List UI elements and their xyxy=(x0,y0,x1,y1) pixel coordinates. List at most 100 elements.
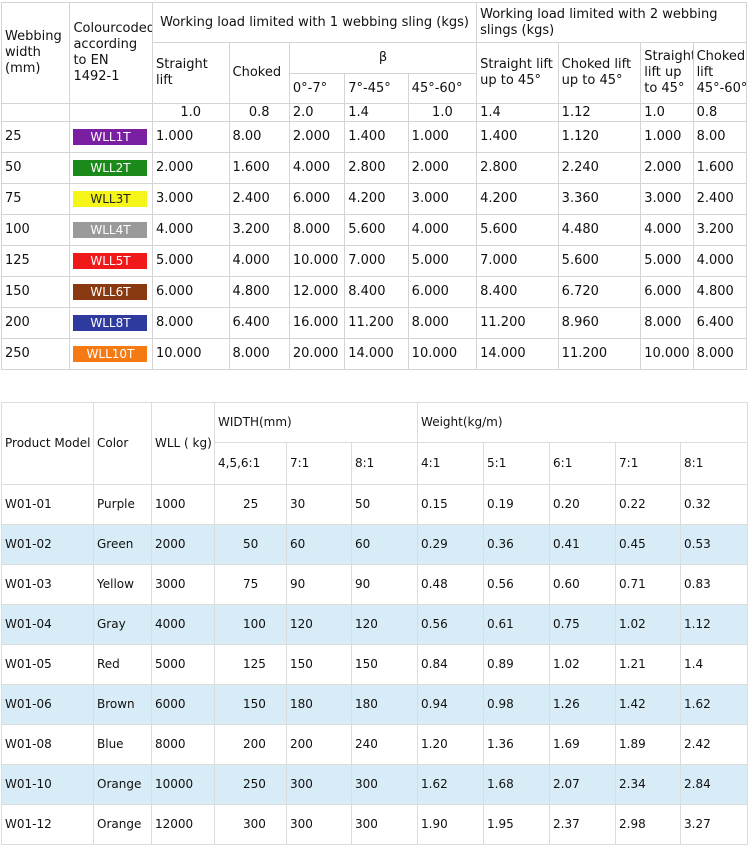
weight-value: 0.83 xyxy=(680,564,749,605)
weight-value: 1.21 xyxy=(615,644,682,685)
weight-value: 3.27 xyxy=(680,804,749,845)
coefficient: 0.8 xyxy=(228,103,290,122)
width-8: 60 xyxy=(350,524,419,565)
width-456: 75 xyxy=(214,564,287,605)
load-value: 11.200 xyxy=(476,307,559,339)
width-456: 50 xyxy=(214,524,287,565)
colour-swatch: WLL6T xyxy=(73,283,148,300)
load-value: 6.000 xyxy=(407,276,478,308)
load-value: 6.000 xyxy=(152,276,230,308)
load-value: 8.000 xyxy=(152,307,230,339)
load-value: 1.600 xyxy=(228,152,290,184)
product-color: Brown xyxy=(93,684,152,725)
product-model: W01-04 xyxy=(1,604,94,645)
product-wll: 12000 xyxy=(151,804,215,845)
width-8: 50 xyxy=(350,484,419,525)
coefficient: 1.12 xyxy=(557,103,642,122)
width-7: 30 xyxy=(286,484,352,525)
load-value: 1.000 xyxy=(407,121,478,153)
weight-value: 0.15 xyxy=(417,484,485,525)
load-value: 14.000 xyxy=(344,338,409,370)
coefficient: 1.4 xyxy=(476,103,559,122)
coefficient: 1.0 xyxy=(640,103,694,122)
weight-value: 1.89 xyxy=(615,724,682,765)
product-table: Product Model Color WLL ( kg) WIDTH(mm) … xyxy=(1,402,749,845)
header-width: WIDTH(mm) xyxy=(213,402,419,443)
webbing-width: 125 xyxy=(0,245,71,277)
load-value: 2.800 xyxy=(344,152,409,184)
load-value: 5.600 xyxy=(344,214,409,246)
product-model: W01-05 xyxy=(1,644,94,685)
header-weight-6: 6:1 xyxy=(549,442,617,485)
product-model: W01-12 xyxy=(1,804,94,845)
colour-swatch: WLL2T xyxy=(73,159,148,176)
weight-value: 0.32 xyxy=(680,484,749,525)
width-456: 100 xyxy=(214,604,287,645)
width-7: 60 xyxy=(286,524,352,565)
header-straight-lift-45: Straight lift up to 45° xyxy=(476,42,559,104)
weight-value: 0.56 xyxy=(417,604,485,645)
table-row: 250 WLL10T 10.000 8.000 20.000 14.000 10.000 14… xyxy=(0,338,748,370)
table-row: W01-03 Yellow 3000 75 90 90 0.48 0.56 0.60 0.71 0.… xyxy=(1,564,749,605)
load-value: 6.400 xyxy=(228,307,290,339)
load-value: 8.000 xyxy=(288,214,346,246)
weight-value: 0.61 xyxy=(483,604,551,645)
width-7: 90 xyxy=(286,564,352,605)
product-color: Gray xyxy=(93,604,152,645)
weight-value: 0.60 xyxy=(549,564,617,605)
product-model: W01-01 xyxy=(1,484,94,525)
load-value: 6.720 xyxy=(557,276,642,308)
product-wll: 8000 xyxy=(151,724,215,765)
weight-value: 1.42 xyxy=(615,684,682,725)
header-beta: β xyxy=(288,42,478,74)
weight-value: 1.69 xyxy=(549,724,617,765)
load-value: 8.000 xyxy=(407,307,478,339)
load-value: 4.800 xyxy=(692,276,748,308)
weight-value: 1.90 xyxy=(417,804,485,845)
weight-value: 0.84 xyxy=(417,644,485,685)
weight-value: 0.71 xyxy=(615,564,682,605)
header-weight-7: 7:1 xyxy=(615,442,682,485)
weight-value: 0.48 xyxy=(417,564,485,605)
load-value: 8.400 xyxy=(476,276,559,308)
weight-value: 1.02 xyxy=(615,604,682,645)
load-value: 1.000 xyxy=(640,121,694,153)
product-wll: 1000 xyxy=(151,484,215,525)
load-value: 1.400 xyxy=(476,121,559,153)
load-value: 4.000 xyxy=(692,245,748,277)
header-product-model: Product Model xyxy=(1,402,94,485)
table-row: W01-12 Orange 12000 300 300 300 1.90 1.95 2.37 2.… xyxy=(1,804,749,845)
product-model: W01-10 xyxy=(1,764,94,805)
product-model: W01-02 xyxy=(1,524,94,565)
table-row: 200 WLL8T 8.000 6.400 16.000 11.200 8.000 11.20… xyxy=(0,307,748,339)
webbing-width: 200 xyxy=(0,307,71,339)
header-color: Color xyxy=(93,402,152,485)
weight-value: 1.36 xyxy=(483,724,551,765)
weight-value: 0.29 xyxy=(417,524,485,565)
colour-cell: WLL4T xyxy=(69,214,153,246)
load-value: 2.000 xyxy=(288,121,346,153)
header-webbing-width: Webbing width (mm) xyxy=(0,2,71,104)
load-value: 12.000 xyxy=(288,276,346,308)
width-456: 125 xyxy=(214,644,287,685)
load-value: 4.000 xyxy=(640,214,694,246)
header-choked: Choked xyxy=(228,42,290,104)
weight-value: 1.02 xyxy=(549,644,617,685)
width-7: 300 xyxy=(286,764,352,805)
coefficient: 1.0 xyxy=(407,103,478,122)
product-color: Orange xyxy=(93,764,152,805)
load-value: 4.800 xyxy=(228,276,290,308)
width-7: 150 xyxy=(286,644,352,685)
weight-value: 0.41 xyxy=(549,524,617,565)
weight-value: 2.37 xyxy=(549,804,617,845)
header-weight: Weight(kg/m) xyxy=(417,402,749,443)
header-width-7: 7:1 xyxy=(286,442,352,485)
load-value: 10.000 xyxy=(288,245,346,277)
width-456: 300 xyxy=(214,804,287,845)
table-row: 125 WLL5T 5.000 4.000 10.000 7.000 5.000 7.000 5… xyxy=(0,245,748,277)
colour-swatch: WLL4T xyxy=(73,221,148,238)
width-456: 25 xyxy=(214,484,287,525)
load-value: 8.000 xyxy=(228,338,290,370)
load-value: 2.000 xyxy=(152,152,230,184)
header-beta-45-60: 45°-60° xyxy=(407,73,478,104)
